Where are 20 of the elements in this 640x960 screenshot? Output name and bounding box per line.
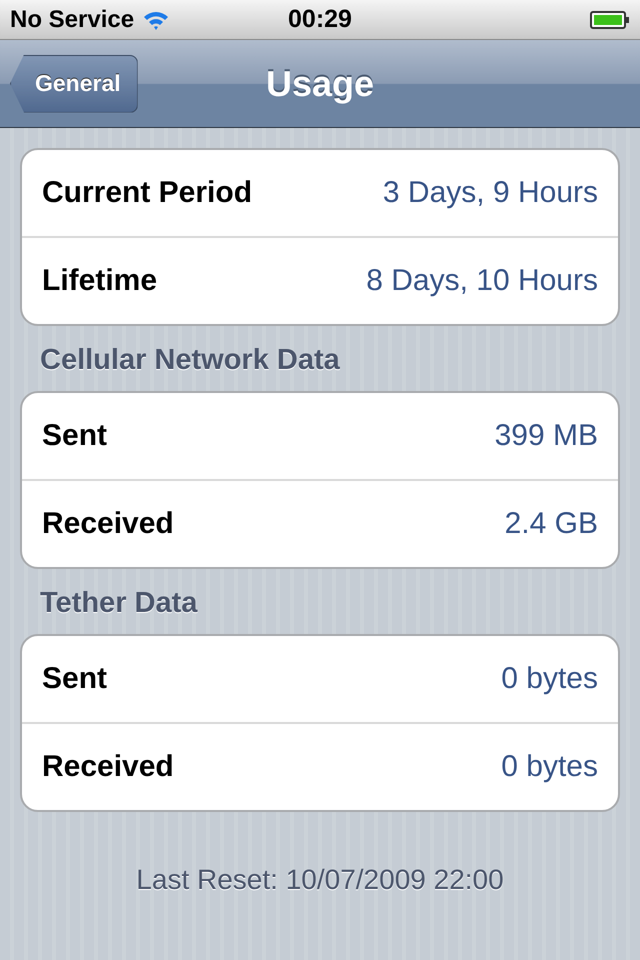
carrier-name: No Service [10, 6, 134, 34]
footer-note: Last Reset: 10/07/2009 22:00 [135, 864, 505, 896]
row-label: Received [42, 750, 174, 784]
row-value: 0 bytes [501, 662, 598, 696]
row-value: 3 Days, 9 Hours [382, 176, 598, 210]
screen-title: Usage [264, 62, 376, 104]
row-label: Lifetime [42, 264, 158, 298]
section-header: Tether Data [39, 586, 198, 621]
row-value: 2.4 GB [504, 507, 598, 541]
section-header: Cellular Network Data [39, 343, 341, 378]
clock-time: 00:29 [287, 5, 353, 34]
row-value: 0 bytes [501, 750, 598, 784]
row-value: 8 Days, 10 Hours [366, 264, 598, 298]
row-label: Sent [42, 419, 108, 453]
back-button[interactable]: General [10, 54, 138, 112]
row-label: Current Period [42, 176, 252, 210]
row-label: Received [42, 507, 174, 541]
row-value: 399 MB [494, 419, 598, 453]
battery-icon [590, 10, 630, 30]
row-label: Sent [42, 662, 108, 696]
